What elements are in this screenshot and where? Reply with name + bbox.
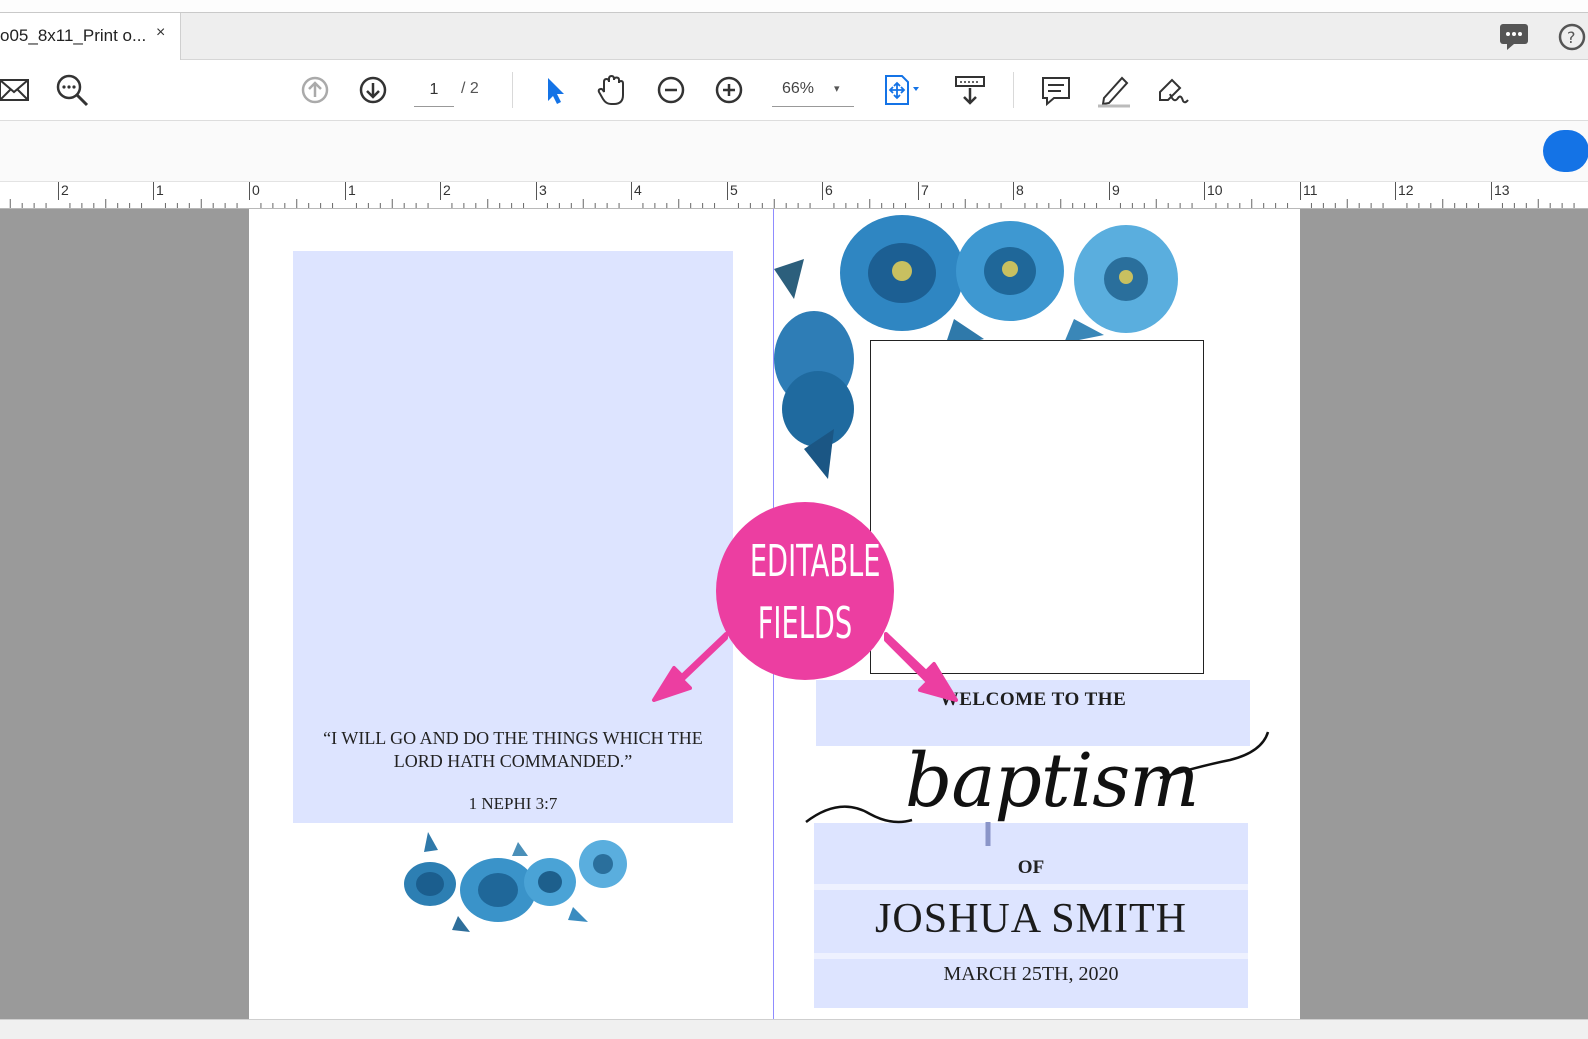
- sign-icon[interactable]: [1152, 70, 1192, 110]
- scripture-quote[interactable]: “I WILL GO AND DO THE THINGS WHICH THE L…: [300, 727, 726, 773]
- fit-page-icon[interactable]: [880, 70, 920, 110]
- blue-flowers-image: [404, 832, 627, 932]
- ruler-ticks: [9, 199, 1575, 208]
- ruler-mark: 0: [249, 182, 260, 200]
- chat-icon[interactable]: [1497, 20, 1531, 52]
- tab-close-icon[interactable]: ×: [156, 24, 165, 42]
- page-number-input[interactable]: 1: [414, 78, 454, 107]
- candidate-name[interactable]: JOSHUA SMITH: [814, 895, 1248, 943]
- zoom-in-icon[interactable]: [709, 70, 749, 110]
- scroll-mode-icon[interactable]: [950, 70, 990, 110]
- status-strip: [0, 1019, 1588, 1039]
- ruler-mark: 1: [153, 182, 164, 200]
- chevron-down-icon[interactable]: ▾: [834, 82, 840, 95]
- share-button[interactable]: [1543, 130, 1588, 172]
- ruler-mark: 8: [1013, 182, 1024, 200]
- of-label[interactable]: OF: [814, 857, 1248, 879]
- ruler-mark: 5: [727, 182, 738, 200]
- page-down-icon[interactable]: [353, 70, 393, 110]
- ruler-mark: 3: [536, 182, 547, 200]
- zoom-value[interactable]: 66%: [782, 80, 814, 98]
- zoom-out-icon[interactable]: [651, 70, 691, 110]
- help-icon[interactable]: ?: [1550, 20, 1588, 54]
- highlight-pen-icon[interactable]: [1094, 70, 1134, 110]
- toolbar-divider: [512, 72, 513, 108]
- ruler-mark: 13: [1491, 182, 1510, 200]
- hand-icon[interactable]: [592, 70, 632, 110]
- ruler-mark: 12: [1395, 182, 1414, 200]
- secondary-toolbar: [0, 121, 1588, 182]
- ruler-mark: 11: [1300, 182, 1318, 200]
- window-top-edge: [0, 0, 1588, 13]
- svg-text:?: ?: [1567, 28, 1576, 47]
- baptism-script-title: baptism: [905, 738, 1199, 824]
- badge-text-line2: FIELDS: [757, 598, 853, 649]
- mail-icon[interactable]: [0, 70, 40, 110]
- field-separator: [814, 953, 1248, 959]
- zoom-search-icon[interactable]: [52, 70, 92, 110]
- tab-bar: [0, 13, 1588, 60]
- page-total-label: / 2: [461, 80, 479, 97]
- ruler-mark: 6: [822, 182, 833, 200]
- horizontal-ruler: 2 1 0 1 2 3 4 5 6 7 8 9 10 11 12 13: [0, 182, 1588, 209]
- comment-icon[interactable]: [1036, 70, 1076, 110]
- ruler-mark: 4: [631, 182, 642, 200]
- toolbar-divider: [1013, 72, 1014, 108]
- ruler-mark: 7: [918, 182, 929, 200]
- page-up-icon[interactable]: [295, 70, 335, 110]
- field-separator: [814, 884, 1248, 890]
- baptism-date[interactable]: MARCH 25TH, 2020: [814, 963, 1248, 986]
- ruler-mark: 10: [1204, 182, 1223, 200]
- document-tab-title[interactable]: o05_8x11_Print o...: [0, 26, 146, 46]
- select-cursor-icon[interactable]: [535, 70, 575, 110]
- ruler-mark: 2: [58, 182, 69, 200]
- ruler-mark: 1: [345, 182, 356, 200]
- badge-text-line1: EDITABLE: [749, 536, 881, 587]
- ruler-mark: 9: [1109, 182, 1120, 200]
- scripture-reference[interactable]: 1 NEPHI 3:7: [300, 794, 726, 814]
- ruler-mark: 2: [440, 182, 451, 200]
